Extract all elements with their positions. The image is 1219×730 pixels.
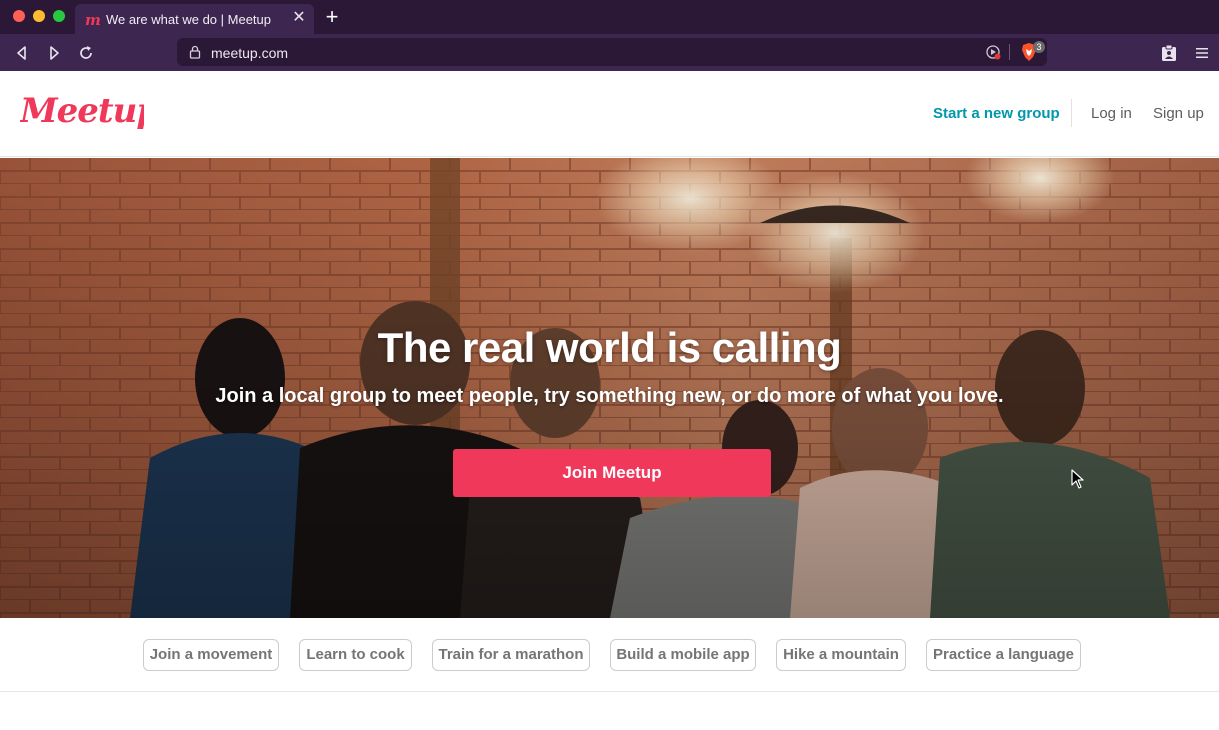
log-in-link[interactable]: Log in bbox=[1091, 105, 1132, 122]
site-header: Meetup Start a new group Log in Sign up bbox=[0, 71, 1219, 157]
meetup-logo[interactable]: Meetup bbox=[20, 88, 144, 136]
tab-title: We are what we do | Meetup bbox=[106, 12, 272, 27]
start-new-group-link[interactable]: Start a new group bbox=[933, 105, 1060, 122]
topic-chip-build-a-mobile-app[interactable]: Build a mobile app bbox=[610, 639, 756, 671]
logo-text: Meetup bbox=[20, 91, 144, 131]
hero-section: The real world is calling Join a local g… bbox=[0, 158, 1219, 618]
wallet-icon[interactable] bbox=[1160, 44, 1178, 62]
mouse-cursor-icon bbox=[1071, 469, 1084, 489]
reader-mode-icon[interactable] bbox=[985, 44, 1001, 60]
close-window-button[interactable] bbox=[13, 10, 25, 22]
maximize-window-button[interactable] bbox=[53, 10, 65, 22]
back-icon[interactable] bbox=[12, 43, 32, 63]
menu-icon[interactable] bbox=[1195, 46, 1209, 60]
nav-divider bbox=[1071, 99, 1072, 127]
reload-icon[interactable] bbox=[76, 43, 96, 63]
close-tab-icon[interactable]: ✕ bbox=[290, 9, 308, 27]
address-bar[interactable]: meetup.com 3 bbox=[177, 38, 1047, 66]
forward-icon[interactable] bbox=[44, 43, 64, 63]
lock-icon bbox=[189, 45, 201, 59]
topic-chip-join-a-movement[interactable]: Join a movement bbox=[143, 639, 279, 671]
topic-chip-hike-a-mountain[interactable]: Hike a mountain bbox=[776, 639, 906, 671]
sign-up-link[interactable]: Sign up bbox=[1153, 105, 1204, 122]
browser-tab[interactable]: m We are what we do | Meetup ✕ bbox=[75, 4, 314, 34]
topic-chip-train-for-a-marathon[interactable]: Train for a marathon bbox=[432, 639, 590, 671]
topic-chip-learn-to-cook[interactable]: Learn to cook bbox=[299, 639, 412, 671]
topic-chip-strip: Join a movement Learn to cook Train for … bbox=[0, 618, 1219, 692]
browser-titlebar: m We are what we do | Meetup ✕ + bbox=[0, 0, 1219, 34]
svg-text:m: m bbox=[85, 11, 100, 27]
join-meetup-button[interactable]: Join Meetup bbox=[453, 449, 771, 497]
minimize-window-button[interactable] bbox=[33, 10, 45, 22]
new-tab-icon[interactable]: + bbox=[322, 6, 342, 28]
hero-title: The real world is calling bbox=[377, 324, 842, 371]
hero-subtitle: Join a local group to meet people, try s… bbox=[215, 385, 1004, 407]
address-bar-divider bbox=[1009, 44, 1010, 60]
url-text: meetup.com bbox=[211, 45, 289, 61]
browser-toolbar: meetup.com 3 bbox=[0, 34, 1219, 71]
shield-count-badge: 3 bbox=[1033, 41, 1045, 53]
topic-chip-practice-a-language[interactable]: Practice a language bbox=[926, 639, 1081, 671]
meetup-favicon-icon: m bbox=[85, 11, 100, 27]
